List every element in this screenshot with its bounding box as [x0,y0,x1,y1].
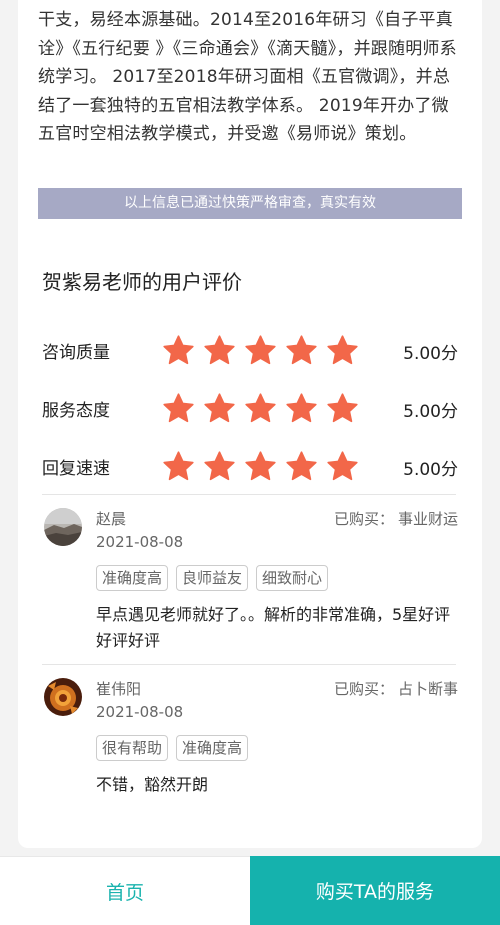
purchased-service: 已购买： 事业财运 [330,508,458,529]
star-rating [162,392,359,426]
rating-score: 5.00分 [403,460,458,480]
review-tag: 细致耐心 [256,565,329,591]
purchased-prefix: 已购买： [333,680,394,698]
verification-notice: 以上信息已通过快策严格审查，真实有效 [38,188,462,219]
star-icon [163,451,194,481]
review-tag: 良师益友 [176,565,249,591]
star-icon [327,393,358,423]
home-button[interactable]: 首页 [0,856,250,925]
bottom-action-bar: 首页 购买TA的服务 [0,856,500,925]
rating-row-quality: 咨询质量 5.00分 [42,334,458,368]
review-tags: 很有帮助 准确度高 [96,735,249,761]
star-icon [286,393,317,423]
star-rating [162,334,359,368]
purchased-service-name: 占卜断事 [397,680,458,698]
rating-label: 咨询质量 [42,343,110,363]
star-rating [162,450,359,484]
star-icon [245,335,276,365]
avatar[interactable] [44,508,82,546]
review-item: 赵晨 2021-08-08 已购买： 事业财运 准确度高 良师益友 细致耐心 早点… [42,508,458,656]
buy-service-button[interactable]: 购买TA的服务 [250,856,500,925]
star-icon [327,335,358,365]
star-icon [327,451,358,481]
divider [42,664,456,665]
purchased-prefix: 已购买： [333,510,394,528]
review-tag: 很有帮助 [96,735,169,761]
star-icon [204,335,235,365]
reviewer-name: 崔伟阳 [96,680,142,698]
review-tag: 准确度高 [176,735,249,761]
star-icon [163,335,194,365]
review-text: 早点遇见老师就好了。。解析的非常准确，5星好评好评好评 [96,605,451,650]
review-text: 不错，豁然开朗 [96,775,209,794]
review-item: 崔伟阳 2021-08-08 已购买： 占卜断事 很有帮助 准确度高 不错，豁然开… [42,678,458,808]
teacher-bio: 干支，易经本源基础。2014至2016年研习《自子平真诠》《五行纪要 》《三命通… [38,10,457,144]
rating-label: 服务态度 [42,401,110,421]
star-icon [286,451,317,481]
star-icon [245,451,276,481]
review-date: 2021-08-08 [96,703,184,721]
review-tags: 准确度高 良师益友 细致耐心 [96,565,329,591]
rating-row-attitude: 服务态度 5.00分 [42,392,458,426]
star-icon [286,335,317,365]
rating-label: 回复速速 [42,459,110,479]
star-icon [204,393,235,423]
teacher-profile-card: 干支，易经本源基础。2014至2016年研习《自子平真诠》《五行纪要 》《三命通… [18,0,482,848]
rating-score: 5.00分 [403,402,458,422]
star-icon [204,451,235,481]
divider [42,494,456,495]
review-date: 2021-08-08 [96,533,184,551]
purchased-service-name: 事业财运 [397,510,458,528]
star-icon [245,393,276,423]
reviews-section-title: 贺紫易老师的用户评价 [42,270,242,294]
rating-row-reply-speed: 回复速速 5.00分 [42,450,458,484]
rating-score: 5.00分 [403,344,458,364]
star-icon [163,393,194,423]
purchased-service: 已购买： 占卜断事 [330,678,458,699]
review-tag: 准确度高 [96,565,169,591]
reviewer-name: 赵晨 [96,510,127,528]
avatar[interactable] [44,678,82,716]
